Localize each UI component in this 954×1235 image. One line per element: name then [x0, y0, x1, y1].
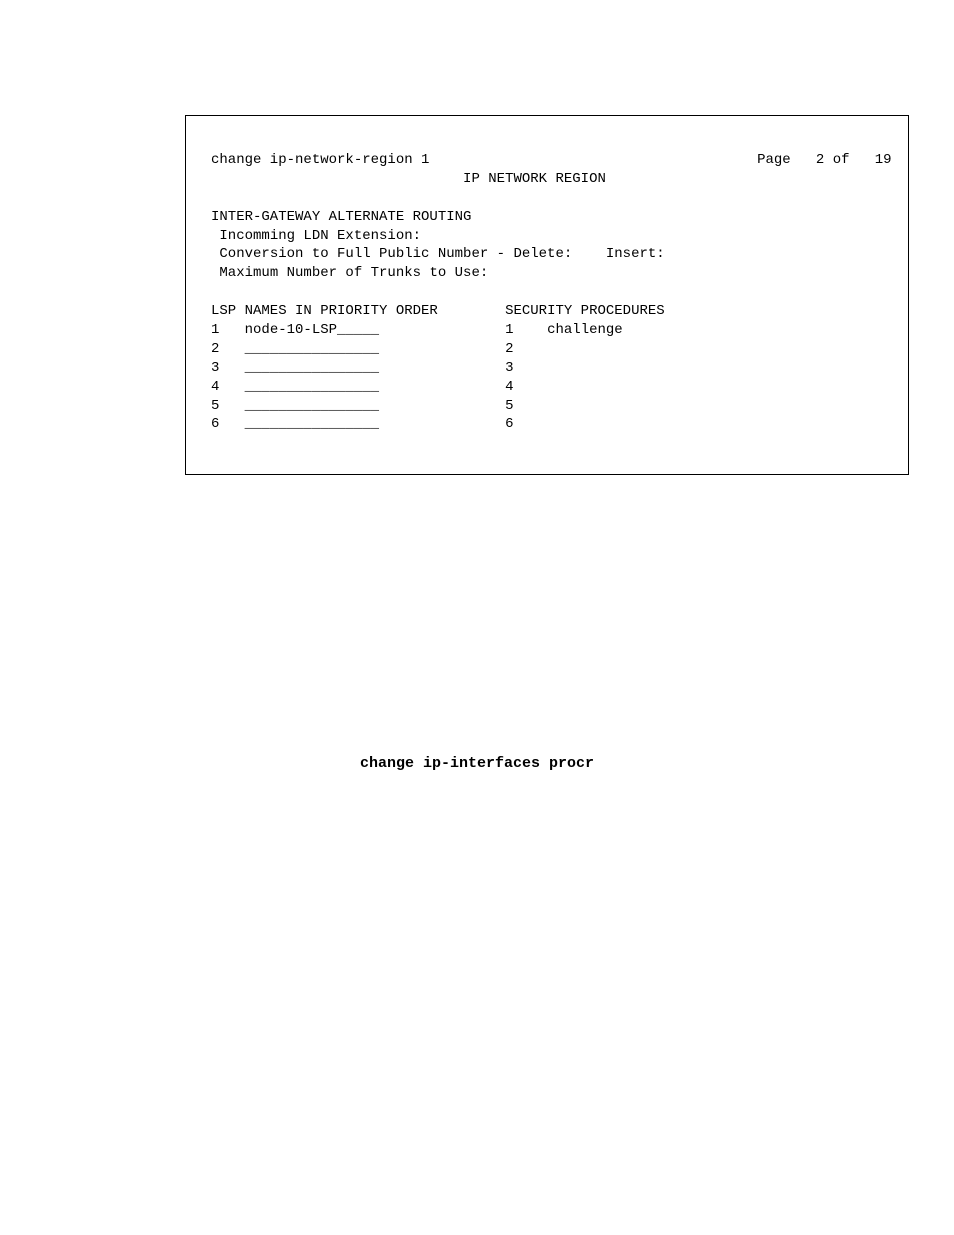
page-total: 19 [875, 152, 892, 168]
field-label: Maximum Number of Trunks to Use: [219, 265, 488, 281]
lsp-row-name[interactable]: ________________ [245, 341, 379, 357]
page-current: 2 [816, 152, 824, 168]
lsp-row-name[interactable]: ________________ [245, 416, 379, 432]
sec-row-num: 3 [505, 360, 513, 376]
sec-row-num: 5 [505, 398, 513, 414]
lsp-row-num: 2 [211, 341, 219, 357]
security-heading: SECURITY PROCEDURES [505, 303, 665, 319]
lsp-row-name[interactable]: node-10-LSP_____ [245, 322, 379, 338]
terminal-screen: change ip-network-region 1 Page 2 of 19 … [185, 115, 909, 475]
lsp-heading: LSP NAMES IN PRIORITY ORDER [211, 303, 438, 319]
page-of: of [833, 152, 850, 168]
command-line: change ip-network-region 1 [211, 152, 429, 168]
lsp-row-num: 6 [211, 416, 219, 432]
field-label: Incomming LDN Extension: [219, 228, 421, 244]
lsp-row-name[interactable]: ________________ [245, 379, 379, 395]
sec-row-num: 6 [505, 416, 513, 432]
screen-title: IP NETWORK REGION [463, 171, 606, 187]
command-title: change ip-interfaces procr [0, 755, 954, 772]
field-label: Conversion to Full Public Number - Delet… [219, 246, 664, 262]
sec-row-num: 2 [505, 341, 513, 357]
lsp-row-num: 1 [211, 322, 219, 338]
lsp-row-num: 3 [211, 360, 219, 376]
page-label: Page [757, 152, 791, 168]
sec-row-name[interactable]: challenge [547, 322, 623, 338]
sec-row-num: 1 [505, 322, 513, 338]
lsp-row-num: 4 [211, 379, 219, 395]
page: change ip-network-region 1 Page 2 of 19 … [0, 0, 954, 1235]
section-heading: INTER-GATEWAY ALTERNATE ROUTING [211, 209, 471, 225]
lsp-row-name[interactable]: ________________ [245, 398, 379, 414]
lsp-row-name[interactable]: ________________ [245, 360, 379, 376]
lsp-row-num: 5 [211, 398, 219, 414]
sec-row-num: 4 [505, 379, 513, 395]
